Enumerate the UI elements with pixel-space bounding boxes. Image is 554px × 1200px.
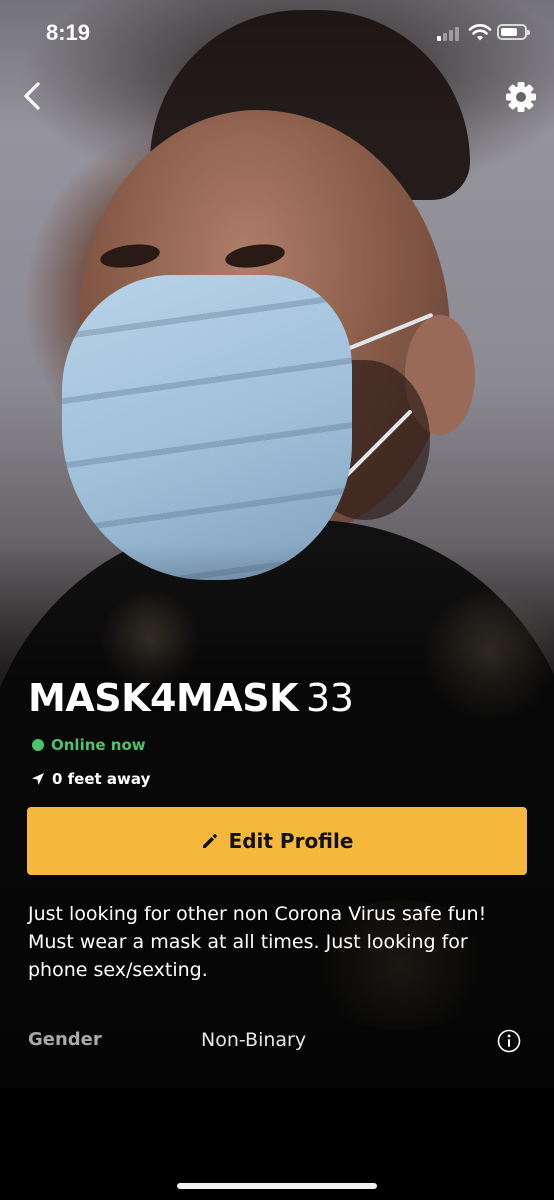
profile-age: 33 [306,676,354,720]
distance-text: 0 feet away [52,770,151,788]
online-status: Online now [32,735,146,755]
profile-bio: Just looking for other non Corona Virus … [28,903,487,981]
settings-button[interactable] [500,76,542,118]
gender-value: Non-Binary [201,1029,307,1051]
profile-name-heading: MASK4MASK 33 [28,676,354,720]
display-name: MASK4MASK [28,676,299,720]
gender-info-button[interactable] [496,1028,522,1054]
gear-icon [506,82,536,112]
gender-label: Gender [28,1029,102,1050]
battery-icon [497,24,530,40]
status-bar: 8:19 [0,0,554,66]
edit-profile-label: Edit Profile [228,829,354,853]
status-time: 8:19 [46,20,91,45]
back-button[interactable] [14,76,54,116]
distance-info: 0 feet away [30,769,150,789]
location-arrow-icon [32,773,44,785]
edit-profile-button[interactable]: Edit Profile [27,807,527,875]
pencil-icon [202,834,217,848]
info-icon [497,1029,521,1053]
cellular-signal-icon [437,25,463,41]
detail-row-gender: Gender Non-Binary [28,1026,528,1056]
online-dot-icon [32,739,44,751]
home-indicator[interactable] [177,1183,377,1189]
chevron-left-icon [24,82,40,110]
online-status-text: Online now [51,736,146,754]
wifi-icon [468,24,492,41]
